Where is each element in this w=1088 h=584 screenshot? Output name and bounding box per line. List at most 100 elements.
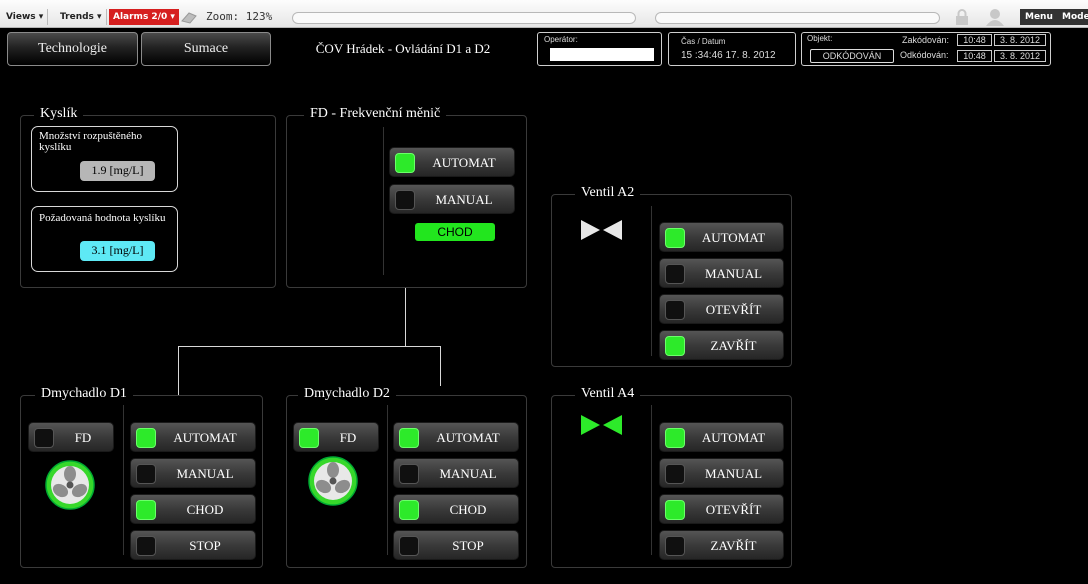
menu-button[interactable]: Menu (1020, 9, 1058, 25)
progress-bar-right (655, 12, 940, 24)
operator-label: Operátor: (544, 35, 578, 44)
eraser-icon[interactable] (180, 10, 198, 24)
fd-manual-button[interactable]: MANUAL (389, 184, 515, 214)
user-icon[interactable] (985, 8, 1005, 26)
valve-a4-title: Ventil A4 (575, 386, 641, 402)
a4-close-label: ZAVŘÍT (710, 538, 757, 553)
fd-manual-led (395, 190, 415, 210)
d2-stop-label: STOP (452, 538, 484, 553)
d2-fd-button[interactable]: FD (293, 422, 379, 452)
operator-field[interactable] (550, 48, 654, 61)
a2-open-button[interactable]: OTEVŘÍT (659, 294, 784, 324)
a2-automat-led (665, 228, 685, 248)
decoded-date: 3. 8. 2012 (994, 50, 1046, 62)
tab-technologie[interactable]: Technologie (7, 32, 138, 66)
connector-line-d1 (178, 346, 179, 395)
a2-automat-button[interactable]: AUTOMAT (659, 222, 784, 252)
d2-chod-label: CHOD (449, 502, 487, 517)
dissolved-oxygen-value: 1.9 [mg/L] (80, 161, 155, 181)
decoded-label: Odkódován: (900, 50, 949, 60)
top-toolbar: Views ▾ Trends ▾ Alarms 2/0 ▾ Zoom: 123%… (0, 0, 1088, 28)
d2-chod-led (399, 500, 419, 520)
d1-fd-label: FD (74, 430, 92, 445)
d2-manual-button[interactable]: MANUAL (393, 458, 519, 488)
d2-divider (387, 405, 388, 555)
fd-automat-button[interactable]: AUTOMAT (389, 147, 515, 177)
d2-stop-button[interactable]: STOP (393, 530, 519, 560)
a4-automat-button[interactable]: AUTOMAT (659, 422, 784, 452)
d1-automat-button[interactable]: AUTOMAT (130, 422, 256, 452)
d1-automat-led (136, 428, 156, 448)
d1-manual-button[interactable]: MANUAL (130, 458, 256, 488)
d2-fd-label: FD (339, 430, 357, 445)
fd-panel-title: FD - Frekvenční měnič (304, 106, 447, 122)
tab-sumace[interactable]: Sumace (141, 32, 271, 66)
decoded-time: 10:48 (957, 50, 992, 62)
object-status: ODKÓDOVÁN (810, 49, 894, 63)
d2-fd-led (299, 428, 319, 448)
d2-automat-label: AUTOMAT (436, 430, 500, 445)
connector-line-vertical (405, 288, 406, 346)
datetime-value: 15 :34:46 17. 8. 2012 (681, 50, 776, 61)
datetime-label: Čas / Datum (681, 37, 726, 46)
fd-automat-led (395, 153, 415, 173)
d1-fd-button[interactable]: FD (28, 422, 114, 452)
coded-label: Zakódován: (902, 35, 950, 45)
oxygen-panel-title: Kyslík (34, 106, 84, 122)
connector-line-horizontal (178, 346, 441, 347)
dissolved-oxygen-box: Množství rozpuštěného kyslíku 1.9 [mg/L] (31, 126, 178, 192)
mode-button[interactable]: Mode (1057, 9, 1088, 25)
a2-close-button[interactable]: ZAVŘÍT (659, 330, 784, 360)
alarms-menu[interactable]: Alarms 2/0 ▾ (109, 9, 179, 25)
d1-stop-button[interactable]: STOP (130, 530, 256, 560)
valve-a2-title: Ventil A2 (575, 185, 641, 201)
a4-divider (651, 405, 652, 555)
fd-chod-indicator: CHOD (415, 223, 495, 241)
a2-manual-led (665, 264, 685, 284)
fd-divider (383, 127, 384, 275)
oxygen-setpoint-value[interactable]: 3.1 [mg/L] (80, 241, 155, 261)
d2-automat-led (399, 428, 419, 448)
valve-a2-icon (581, 220, 622, 240)
oxygen-setpoint-label: Požadovaná hodnota kyslíku (39, 212, 166, 224)
oxygen-setpoint-box: Požadovaná hodnota kyslíku 3.1 [mg/L] (31, 206, 178, 272)
a4-close-led (665, 536, 685, 556)
lock-icon[interactable] (955, 9, 969, 25)
a4-automat-led (665, 428, 685, 448)
d2-stop-led (399, 536, 419, 556)
coded-date: 3. 8. 2012 (994, 34, 1046, 46)
fd-automat-label: AUTOMAT (432, 155, 496, 170)
d1-stop-led (136, 536, 156, 556)
d1-manual-led (136, 464, 156, 484)
a2-manual-button[interactable]: MANUAL (659, 258, 784, 288)
d2-manual-led (399, 464, 419, 484)
views-menu[interactable]: Views ▾ (2, 9, 49, 25)
a2-automat-label: AUTOMAT (701, 230, 766, 245)
blower-d1-title: Dmychadlo D1 (35, 386, 133, 402)
a4-manual-led (665, 464, 685, 484)
d1-chod-led (136, 500, 156, 520)
a4-manual-label: MANUAL (704, 466, 763, 481)
a4-manual-button[interactable]: MANUAL (659, 458, 784, 488)
blower-d2-title: Dmychadlo D2 (298, 386, 396, 402)
a4-automat-label: AUTOMAT (701, 430, 766, 445)
a4-open-led (665, 500, 685, 520)
dissolved-oxygen-label: Množství rozpuštěného kyslíku (39, 130, 142, 153)
d2-chod-button[interactable]: CHOD (393, 494, 519, 524)
a2-manual-label: MANUAL (704, 266, 763, 281)
a2-close-label: ZAVŘÍT (710, 338, 757, 353)
operator-box: Operátor: (537, 32, 662, 66)
d1-stop-label: STOP (189, 538, 221, 553)
d2-blower-fan-icon (308, 456, 358, 506)
d1-chod-button[interactable]: CHOD (130, 494, 256, 524)
a4-close-button[interactable]: ZAVŘÍT (659, 530, 784, 560)
d2-automat-button[interactable]: AUTOMAT (393, 422, 519, 452)
object-label: Objekt: (807, 34, 833, 43)
page-title: ČOV Hrádek - Ovládání D1 a D2 (315, 41, 491, 56)
d2-manual-label: MANUAL (439, 466, 497, 481)
connector-line-d2 (440, 346, 441, 386)
a4-open-button[interactable]: OTEVŘÍT (659, 494, 784, 524)
trends-menu[interactable]: Trends ▾ (56, 9, 107, 25)
d1-chod-label: CHOD (186, 502, 224, 517)
d1-manual-label: MANUAL (176, 466, 234, 481)
